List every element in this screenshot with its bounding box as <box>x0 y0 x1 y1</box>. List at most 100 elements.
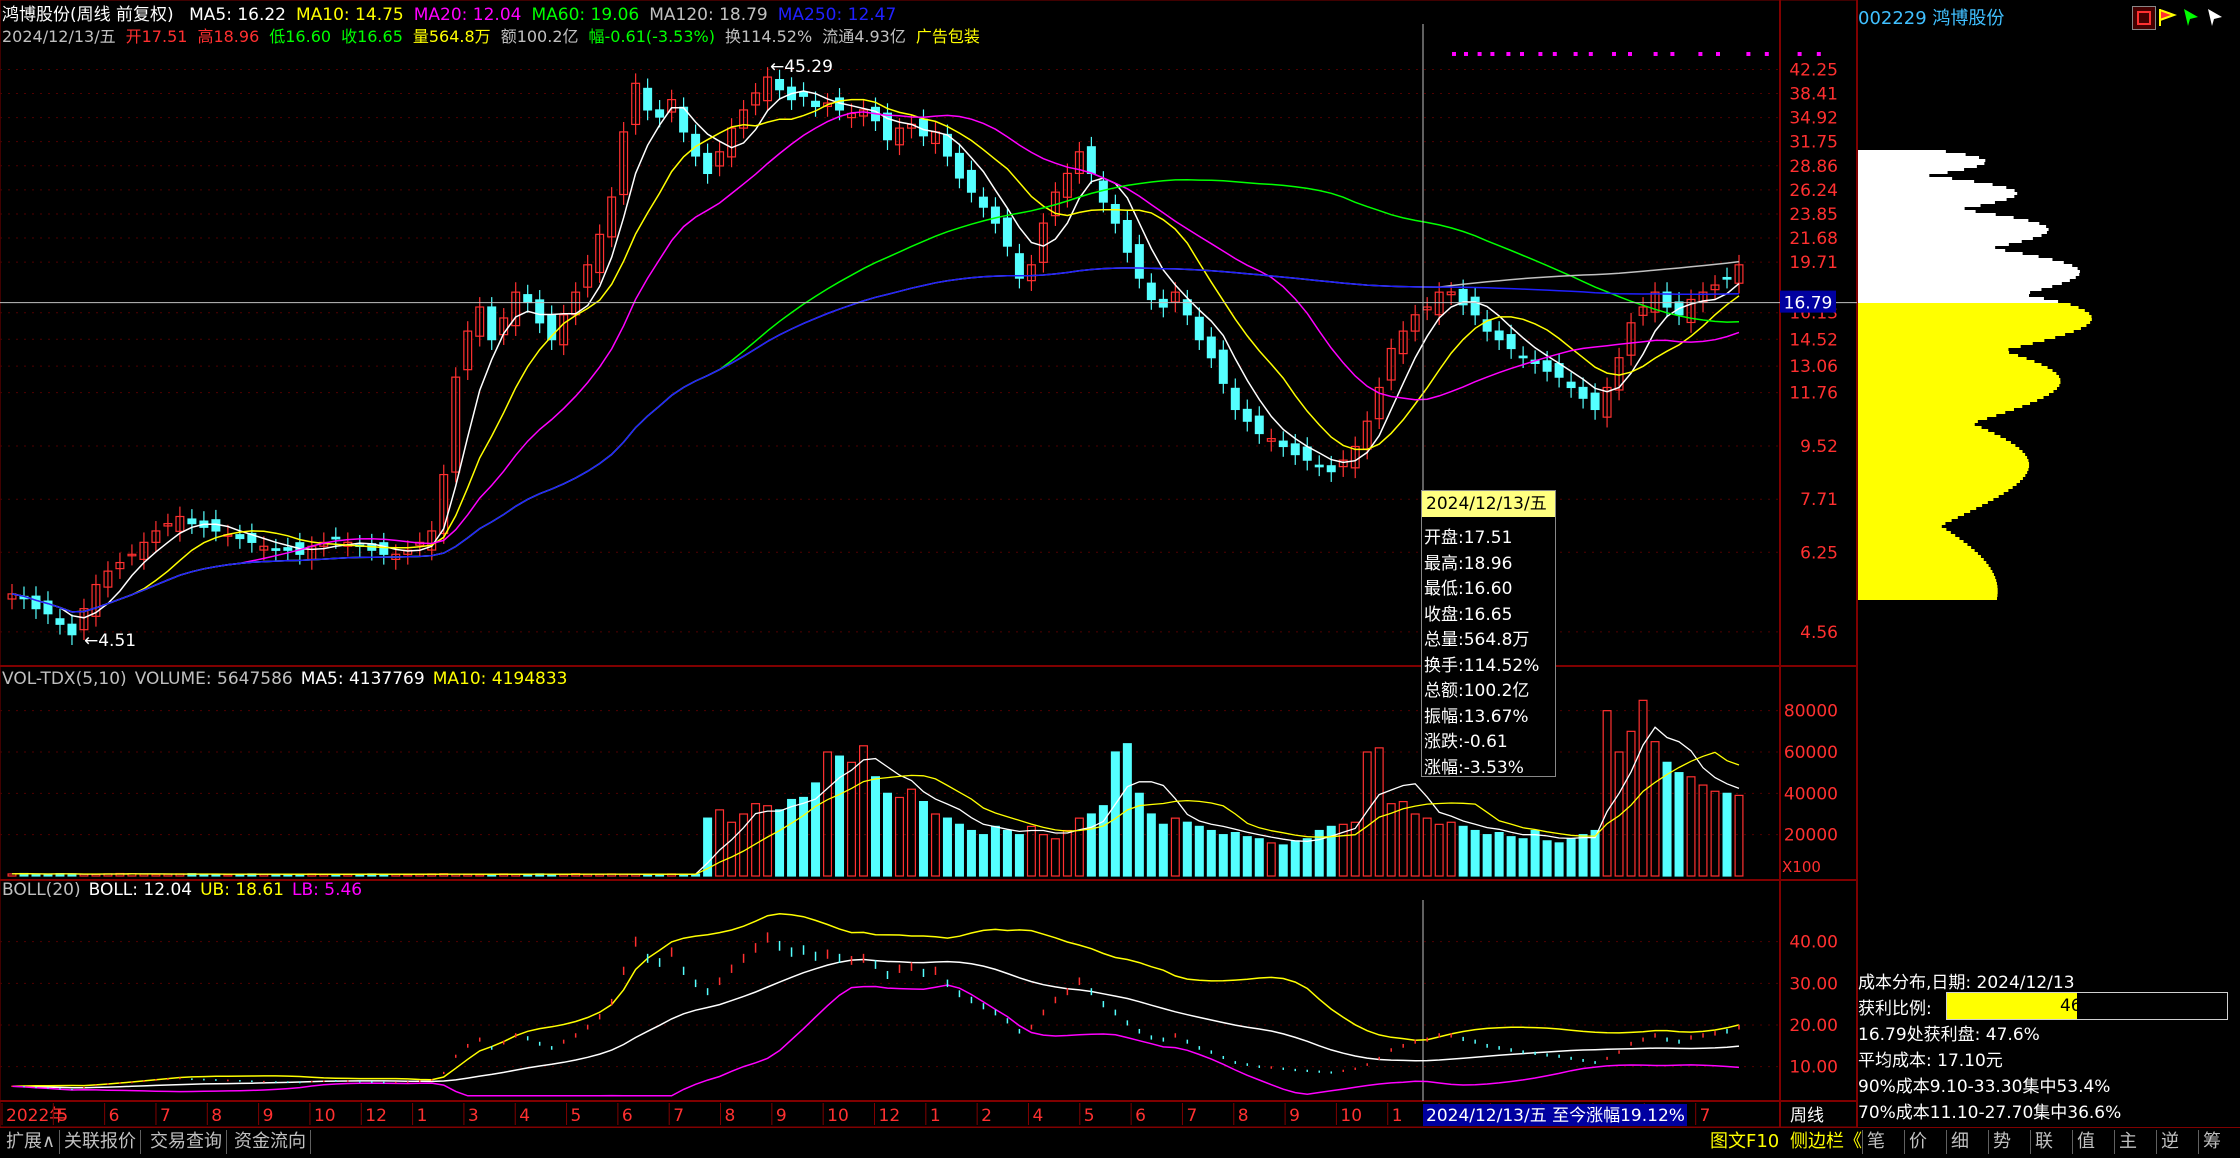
cost-bar-414 <box>1858 414 1997 417</box>
side-tab-7[interactable]: 逆 <box>2156 1130 2183 1154</box>
cost-bar-588 <box>1858 588 1998 591</box>
cost-bar-315 <box>1858 315 2092 318</box>
vol-bar-127 <box>1530 829 1540 877</box>
price-tick-11: 13.06 <box>1789 357 1838 377</box>
side-tab-5[interactable]: 值 <box>2072 1130 2099 1154</box>
vol-bar-88 <box>1062 829 1072 877</box>
cost-bar-438 <box>1858 438 2006 441</box>
candle-body-54 <box>655 109 665 118</box>
vol-bar-82 <box>990 825 1000 877</box>
cost-bar-453 <box>1858 453 2026 456</box>
cost-bar-285 <box>1858 285 2053 288</box>
cost-bar-510 <box>1858 510 1971 513</box>
vol-bar-76 <box>918 800 928 877</box>
candle-body-125 <box>1506 334 1516 350</box>
x-label-1: 5 <box>57 1106 68 1126</box>
signal-dot-6 <box>1538 52 1543 56</box>
cost-bar-387 <box>1858 387 2057 390</box>
candle-body-108 <box>1302 446 1312 461</box>
tab-expand[interactable]: 扩展∧ <box>2 1130 61 1154</box>
signal-dot-8 <box>1573 52 1578 56</box>
cost-bar-186 <box>1858 186 2007 189</box>
candle-body-92 <box>1110 203 1120 224</box>
cost-bar-408 <box>1858 408 2014 411</box>
tooltip-row-8: 涨跌:-0.61 <box>1424 732 1508 752</box>
price-tick-13: 9.52 <box>1800 437 1838 457</box>
side-tab-1[interactable]: 价 <box>1904 1130 1931 1154</box>
candle-body-130 <box>1566 381 1576 389</box>
side-tab-4[interactable]: 联 <box>2030 1130 2057 1154</box>
vol-bar-72 <box>871 776 880 877</box>
boll-legend-item-1: BOLL: 12.04 <box>88 880 193 900</box>
cost-bar-444 <box>1858 444 2016 447</box>
flag-icon[interactable] <box>2156 6 2178 28</box>
side-tab-8[interactable]: 筹 <box>2198 1130 2225 1154</box>
price-tick-4: 28.86 <box>1789 157 1838 177</box>
cost-bar-471 <box>1858 471 2028 474</box>
vol-bar-65 <box>787 798 797 877</box>
vol-bar-59 <box>715 809 725 877</box>
vol-bar-104 <box>1254 838 1264 877</box>
vol-bar-101 <box>1218 834 1228 877</box>
cost-bar-249 <box>1858 249 2006 252</box>
candle-body-131 <box>1578 386 1588 399</box>
price-tick-5: 26.24 <box>1789 181 1838 201</box>
signal-dot-17 <box>1764 52 1769 56</box>
cost-bar-555 <box>1858 555 1981 558</box>
signal-dot-9 <box>1588 52 1593 56</box>
side-tab-2[interactable]: 细 <box>1946 1130 1973 1154</box>
vol-legend-item-0: VOL-TDX(5,10) <box>2 669 127 689</box>
vol-bar-120 <box>1446 821 1456 877</box>
x-label-27: 1 <box>1392 1106 1403 1126</box>
vol-tick-1: 60000 <box>1784 743 1838 763</box>
candle-body-100 <box>1206 336 1216 359</box>
signal-dot-3 <box>1490 52 1495 56</box>
price-tick-8: 19.71 <box>1789 253 1838 273</box>
x-label-5: 9 <box>263 1106 274 1126</box>
cost-bar-468 <box>1858 468 2029 471</box>
vol-bar-141 <box>1698 784 1708 877</box>
sidebar-toggle[interactable]: 侧边栏《 <box>1786 1130 1866 1154</box>
cost-bar-324 <box>1858 324 2087 327</box>
candle-body-90 <box>1086 146 1096 175</box>
vol-bar-75 <box>906 788 916 877</box>
vol-bar-60 <box>727 821 737 877</box>
side-tab-0[interactable]: 笔 <box>1862 1130 1889 1154</box>
ma-legend-item-4: MA120: 18.79 <box>649 5 768 25</box>
cost-bar-273 <box>1858 273 2080 276</box>
cost-bar-528 <box>1858 528 1947 531</box>
cost-bar-345 <box>1858 345 2021 348</box>
cost-bar-585 <box>1858 585 1998 588</box>
side-tab-6[interactable]: 主 <box>2114 1130 2141 1154</box>
cost-bar-402 <box>1858 402 2031 405</box>
candle-body-84 <box>1014 253 1024 279</box>
cost-bar-549 <box>1858 549 1975 552</box>
candle-body-98 <box>1182 299 1192 316</box>
cost-bar-426 <box>1858 426 1982 429</box>
cost-bar-540 <box>1858 540 1964 543</box>
tab-fund-flow[interactable]: 资金流向 <box>230 1130 311 1154</box>
vol-bar-103 <box>1242 836 1252 877</box>
boll-tick-2: 20.00 <box>1789 1016 1838 1036</box>
f10-button[interactable]: 图文F10 <box>1706 1130 1783 1154</box>
signal-dot-19 <box>1816 52 1821 56</box>
tab-related-quotes[interactable]: 关联报价 <box>60 1130 141 1154</box>
candle-body-80 <box>966 169 976 193</box>
x-label-13: 7 <box>673 1106 684 1126</box>
cursor-icon[interactable] <box>2180 6 2202 28</box>
price-tick-10: 14.52 <box>1789 330 1838 350</box>
side-tab-3[interactable]: 势 <box>1988 1130 2015 1154</box>
cost-bar-591 <box>1858 591 1998 594</box>
signal-dot-7 <box>1552 52 1557 56</box>
signal-dot-1 <box>1464 52 1468 56</box>
cost-bar-162 <box>1858 162 1985 165</box>
lock-icon[interactable] <box>2204 6 2226 28</box>
candle-body-5 <box>67 623 77 636</box>
tab-trade-query[interactable]: 交易查询 <box>146 1130 227 1154</box>
cost-bar-447 <box>1858 447 2020 450</box>
kline-mode-icon[interactable] <box>2132 6 2156 30</box>
cost-bar-582 <box>1858 582 1997 585</box>
candle-body-22 <box>271 548 281 551</box>
info-item-1: 开17.51 <box>125 27 188 46</box>
kline-chart[interactable]: 42.25 38.41 34.92 31.75 28.86 26.24 23.85 21.68… <box>0 0 2240 1127</box>
